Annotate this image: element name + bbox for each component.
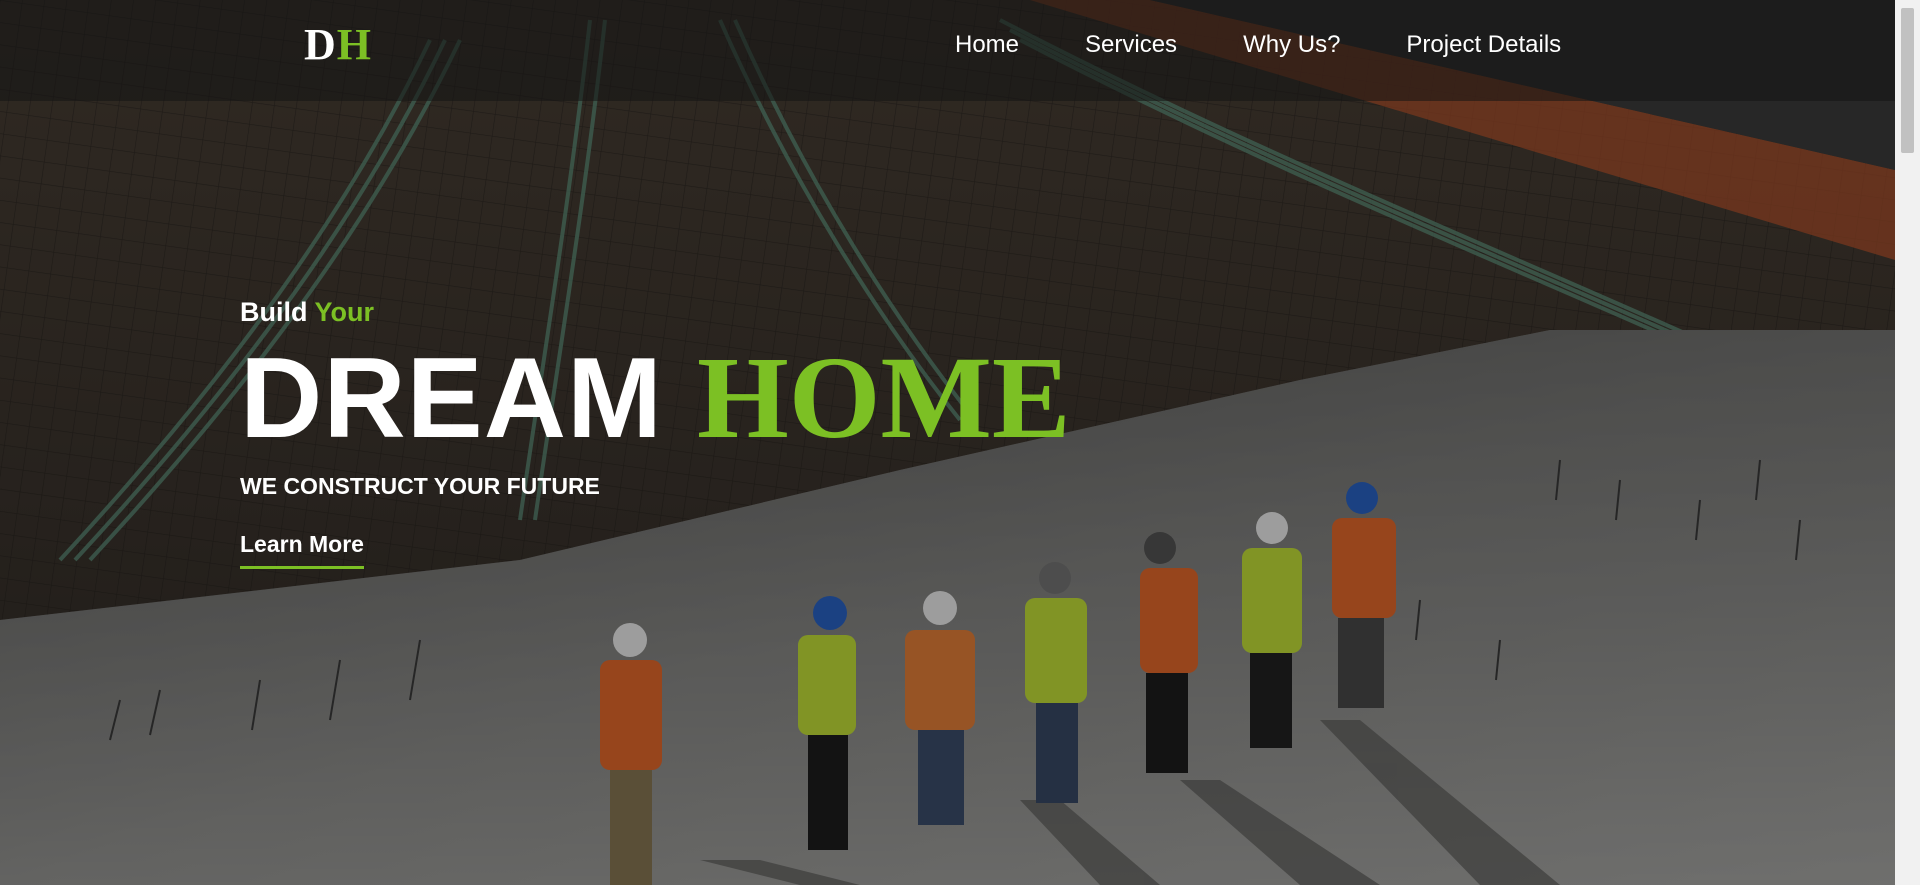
logo-letter-h: H (336, 20, 373, 69)
page-scrollbar[interactable] (1895, 0, 1920, 885)
logo-letter-d: D (304, 20, 337, 69)
nav-link-why-us[interactable]: Why Us? (1243, 31, 1340, 59)
nav-link-home[interactable]: Home (955, 31, 1019, 59)
hero-headline: DREAM HOME (240, 339, 1071, 482)
headline-dream: DREAM (240, 335, 663, 462)
main-nav: Home Services Why Us? Project Details (955, 31, 1561, 59)
hero-tagline: Build Your (240, 296, 374, 328)
tagline-prefix: Build (240, 297, 308, 327)
headline-home: HOME (696, 332, 1071, 463)
landing-page: DH Home Services Why Us? Project Details… (0, 0, 1920, 885)
scrollbar-thumb[interactable] (1901, 8, 1914, 153)
learn-more-button[interactable]: Learn More (240, 530, 364, 569)
nav-link-services[interactable]: Services (1085, 31, 1177, 59)
nav-link-project-details[interactable]: Project Details (1406, 31, 1561, 59)
logo[interactable]: DH (304, 20, 372, 70)
tagline-accent: Your (314, 297, 375, 327)
hero-subline: WE CONSTRUCT YOUR FUTURE (240, 473, 600, 499)
hero-content: Build Your DREAM HOME WE CONSTRUCT YOUR F… (240, 296, 1071, 569)
navbar: DH Home Services Why Us? Project Details (0, 0, 1895, 101)
